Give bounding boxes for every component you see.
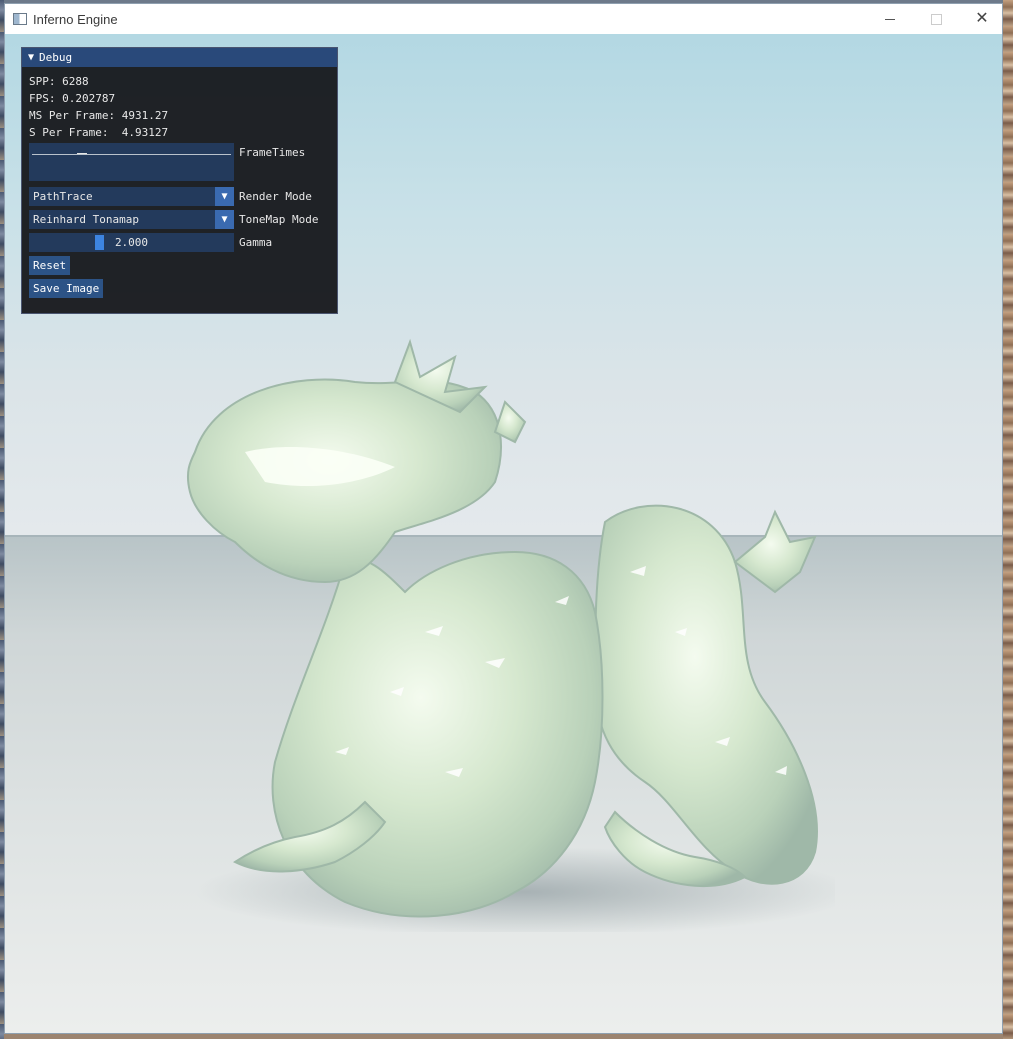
desktop-background-right — [1003, 0, 1013, 1039]
gamma-slider[interactable]: 2.000 — [29, 233, 234, 252]
minimize-button[interactable] — [867, 4, 913, 34]
tonemap-mode-dropdown-icon[interactable]: ▼ — [215, 210, 234, 229]
dragon-render — [186, 338, 835, 932]
title-bar[interactable]: Inferno Engine ✕ — [5, 4, 1002, 34]
debug-panel-title: Debug — [39, 51, 73, 64]
close-icon: ✕ — [975, 10, 989, 27]
tonemap-mode-label: ToneMap Mode — [239, 213, 319, 226]
app-window: Inferno Engine ✕ ▼ Debug SPP: 6288 FPS: … — [4, 3, 1003, 1034]
window-title: Inferno Engine — [33, 11, 118, 27]
frametimes-plot[interactable] — [29, 143, 234, 181]
debug-panel-header[interactable]: ▼ Debug — [22, 48, 337, 67]
fps-stat: FPS: 0.202787 — [29, 92, 116, 105]
render-viewport[interactable]: ▼ Debug SPP: 6288 FPS: 0.202787 MS Per F… — [5, 34, 1002, 1033]
render-mode-label: Render Mode — [239, 190, 312, 203]
ms-per-frame-stat: MS Per Frame: 4931.27 — [29, 109, 169, 122]
frametimes-label: FrameTimes — [239, 146, 306, 159]
minimize-icon — [885, 18, 895, 20]
app-window-icon — [13, 13, 27, 25]
collapse-triangle-icon[interactable]: ▼ — [28, 52, 34, 63]
reset-button[interactable]: Reset — [29, 256, 71, 275]
debug-panel[interactable]: ▼ Debug SPP: 6288 FPS: 0.202787 MS Per F… — [21, 47, 338, 314]
s-per-frame-stat: S Per Frame: 4.93127 — [29, 126, 169, 139]
render-mode-value: PathTrace — [33, 190, 93, 203]
tonemap-mode-value: Reinhard Tonamap — [33, 213, 139, 226]
gamma-value: 2.000 — [114, 236, 149, 249]
spp-stat: SPP: 6288 — [29, 75, 89, 88]
gamma-label: Gamma — [239, 236, 273, 249]
maximize-icon — [930, 13, 942, 25]
frametimes-line — [32, 154, 231, 155]
tonemap-mode-select[interactable]: Reinhard Tonamap ▼ — [29, 210, 234, 229]
maximize-button[interactable] — [913, 4, 959, 34]
render-mode-dropdown-icon[interactable]: ▼ — [215, 187, 234, 206]
save-image-button[interactable]: Save Image — [29, 279, 104, 298]
close-button[interactable]: ✕ — [959, 4, 1005, 34]
render-mode-select[interactable]: PathTrace ▼ — [29, 187, 234, 206]
frametimes-peak — [77, 153, 87, 154]
